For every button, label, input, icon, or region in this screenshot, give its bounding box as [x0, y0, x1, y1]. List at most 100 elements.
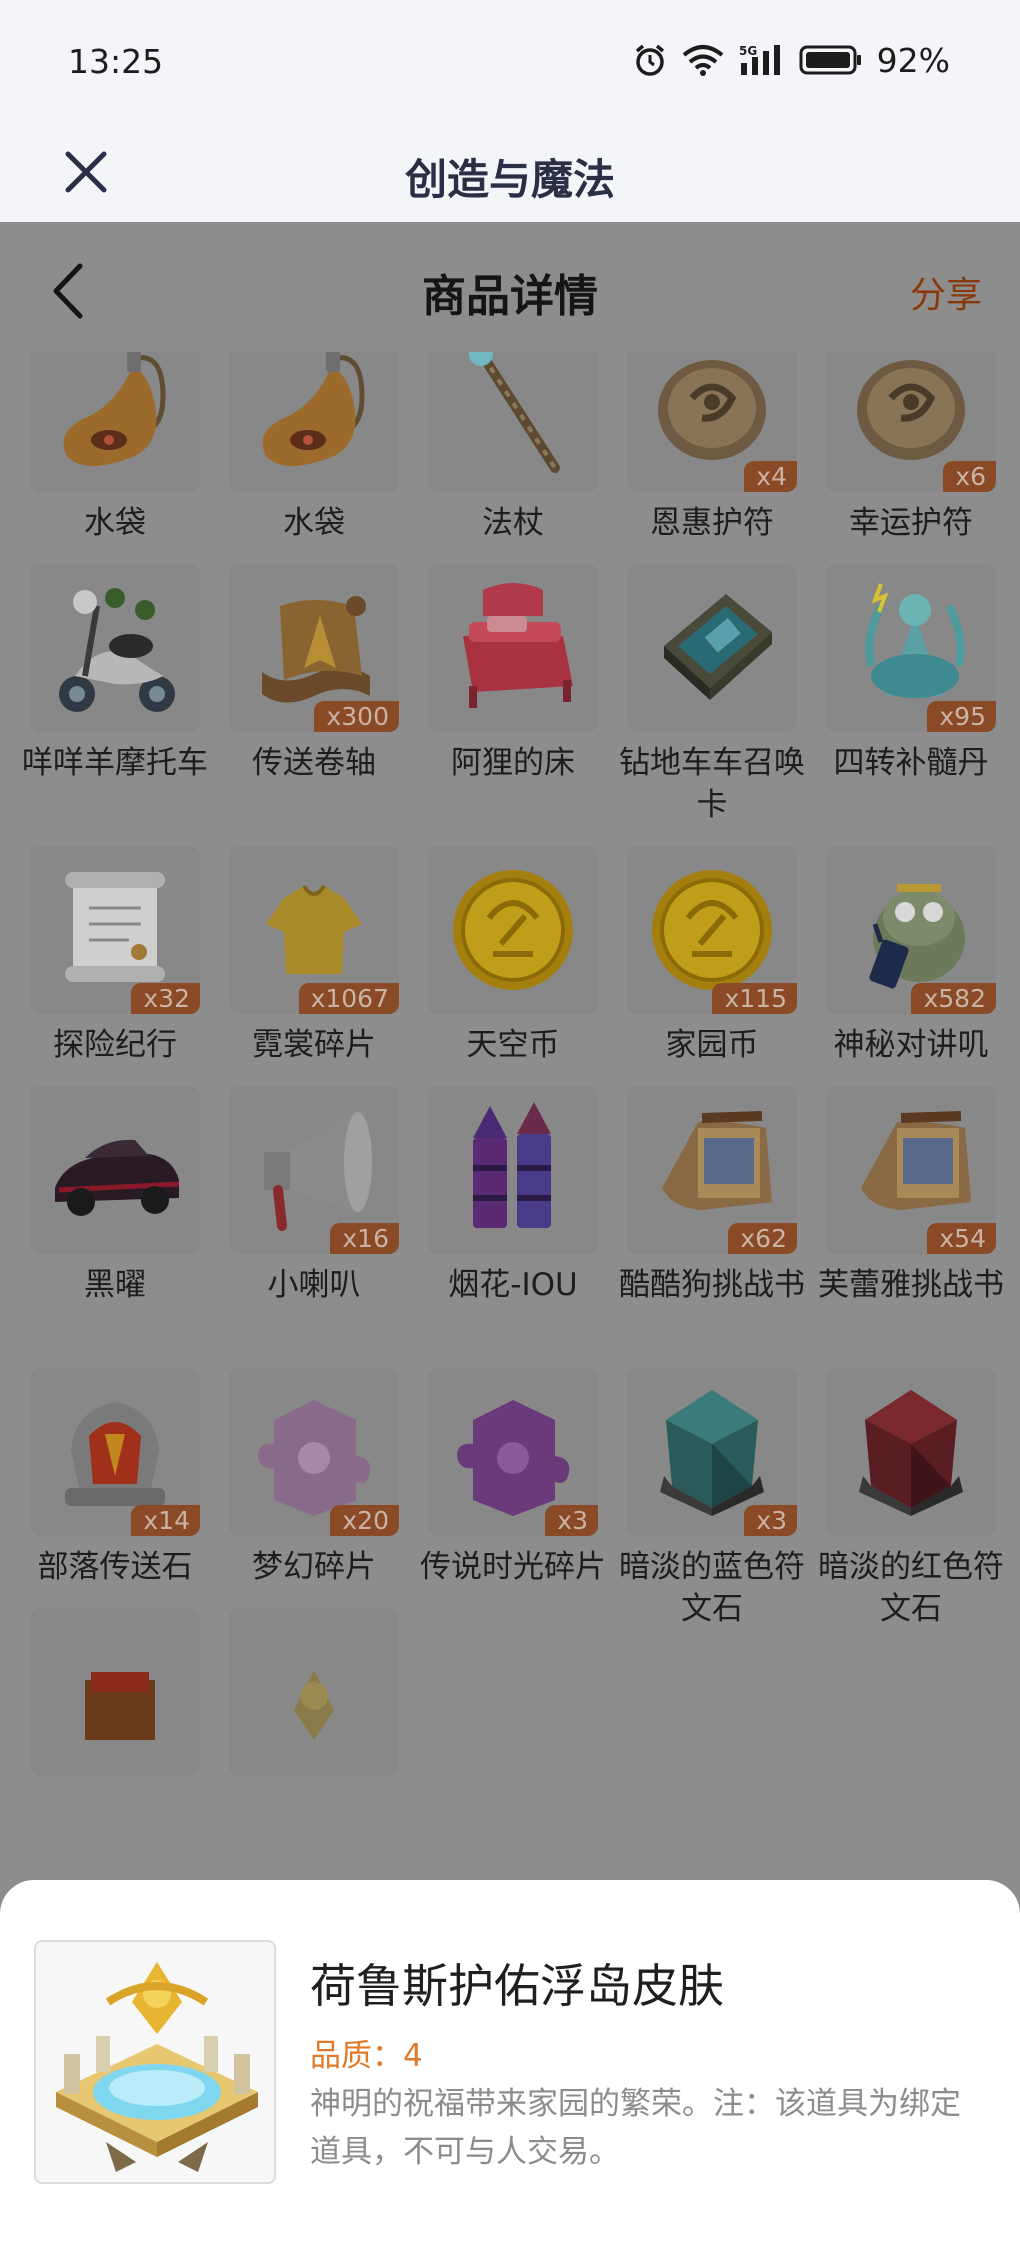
item-thumbnail — [30, 1086, 200, 1254]
quantity-badge: x300 — [314, 701, 399, 732]
item-name: 咩咩羊摩托车 — [22, 745, 208, 781]
item-thumbnail: x95 — [826, 564, 996, 732]
item-thumbnail: x3 — [428, 1368, 598, 1536]
svg-text:5G: 5G — [739, 44, 757, 58]
quantity-badge: x6 — [943, 461, 996, 492]
item-name: 芙蕾雅挑战书 — [818, 1267, 1004, 1303]
gem-icon — [660, 1390, 764, 1516]
quantity-badge: x4 — [744, 461, 797, 492]
item-name: 小喇叭 — [267, 1267, 361, 1303]
item-name: 探险纪行 — [53, 1027, 177, 1063]
quantity-badge: x582 — [911, 983, 996, 1014]
page-header: 商品详情 分享 — [0, 222, 1020, 352]
coin-icon — [453, 870, 573, 990]
item-name: 暗淡的蓝色符文石 — [619, 1549, 805, 1627]
floating-island-icon — [56, 1962, 258, 2172]
cart-icon — [85, 1672, 155, 1740]
item-thumbnail — [428, 846, 598, 1014]
shirt-icon — [266, 884, 362, 974]
bird-radio-icon — [869, 884, 965, 989]
item-name: 部落传送石 — [37, 1549, 193, 1585]
status-time: 13:25 — [68, 42, 164, 81]
island-icon — [294, 1670, 334, 1740]
staff-icon — [467, 336, 560, 473]
item-thumbnail: x1067 — [229, 846, 399, 1014]
item-thumbnail: x16 — [229, 1086, 399, 1254]
puzzle-icon — [258, 1400, 371, 1516]
paper-scroll-icon — [65, 872, 165, 982]
item-name: 家园币 — [665, 1027, 759, 1063]
item-name: 暗淡的红色符文石 — [818, 1549, 1004, 1627]
amulet-icon — [857, 360, 965, 460]
item-thumbnail — [826, 1368, 996, 1536]
item-thumbnail — [428, 564, 598, 732]
coin-icon — [652, 870, 772, 990]
fireworks-icon — [473, 1102, 551, 1228]
item-thumbnail: x3 — [627, 1368, 797, 1536]
megaphone-icon — [264, 1112, 372, 1231]
quantity-badge: x54 — [927, 1223, 996, 1254]
item-name: 恩惠护符 — [650, 505, 774, 541]
item-thumbnail: x54 — [826, 1086, 996, 1254]
item-name: 酷酷狗挑战书 — [619, 1267, 805, 1303]
water-bag-icon — [63, 350, 166, 466]
wanted-poster-icon — [662, 1111, 772, 1210]
app-bar: 创造与魔法 — [0, 122, 1020, 222]
page-title: 商品详情 — [422, 271, 598, 322]
item-thumbnail: x582 — [826, 846, 996, 1014]
item-name: 天空币 — [466, 1027, 560, 1063]
water-bag-icon — [262, 350, 365, 466]
wanted-poster-icon — [861, 1111, 971, 1210]
status-icons: 5G 92% — [633, 40, 950, 80]
stone-icon — [65, 1402, 165, 1506]
item-name: 黑曜 — [84, 1267, 146, 1303]
item-name: 神秘对讲叽 — [833, 1027, 989, 1063]
item-name: 传送卷轴 — [252, 745, 376, 781]
item-thumbnail: x14 — [30, 1368, 200, 1536]
item-name: 烟花-IOU — [448, 1267, 578, 1303]
quantity-badge: x1067 — [298, 983, 399, 1014]
item-detail-sheet: 荷鲁斯护佑浮岛皮肤 品质：4 神明的祝福带来家园的繁荣。注：该道具为绑定道具，不… — [0, 1880, 1020, 2244]
item-thumbnail — [229, 1608, 399, 1776]
puzzle-icon — [457, 1400, 570, 1516]
car-icon — [55, 1139, 180, 1216]
gem-icon — [859, 1390, 963, 1516]
quantity-badge: x3 — [744, 1505, 797, 1536]
detail-item-image — [34, 1940, 276, 2184]
quantity-badge: x14 — [131, 1505, 200, 1536]
battery-percent: 92% — [876, 40, 950, 80]
quantity-badge: x62 — [728, 1223, 797, 1254]
item-name: 梦幻碎片 — [252, 1549, 376, 1585]
item-thumbnail: x115 — [627, 846, 797, 1014]
item-name: 幸运护符 — [849, 505, 973, 541]
signal-5g-icon: 5G — [739, 44, 780, 75]
amulet-icon — [658, 360, 766, 460]
quantity-badge: x32 — [131, 983, 200, 1014]
bed-icon — [463, 583, 573, 708]
item-thumbnail — [428, 1086, 598, 1254]
item-name: 阿狸的床 — [451, 745, 575, 781]
item-thumbnail: x20 — [229, 1368, 399, 1536]
quantity-badge: x95 — [927, 701, 996, 732]
share-button[interactable]: 分享 — [910, 266, 982, 318]
item-thumbnail: x300 — [229, 564, 399, 732]
battery-icon — [799, 45, 861, 75]
item-thumbnail: x62 — [627, 1086, 797, 1254]
scooter-icon — [59, 588, 175, 712]
item-name: 法杖 — [482, 505, 544, 541]
wifi-icon — [682, 45, 723, 76]
detail-item-description: 神明的祝福带来家园的繁荣。注：该道具为绑定道具，不可与人交易。 — [310, 2086, 961, 2170]
card-icon — [664, 594, 772, 700]
item-name: 四转补髓丹 — [833, 745, 989, 781]
item-name: 传说时光碎片 — [420, 1549, 606, 1585]
item-thumbnail — [30, 564, 200, 732]
app-title: 创造与魔法 — [404, 155, 615, 204]
scroll-icon — [262, 596, 370, 703]
detail-item-quality: 品质：4 — [310, 2038, 423, 2074]
item-name: 钻地车车召唤卡 — [619, 745, 805, 823]
item-thumbnail — [627, 564, 797, 732]
item-name: 水袋 — [283, 505, 345, 541]
alarm-icon — [635, 44, 664, 76]
quantity-badge: x16 — [330, 1223, 399, 1254]
status-bar: 13:25 5G 92% — [0, 0, 1020, 122]
